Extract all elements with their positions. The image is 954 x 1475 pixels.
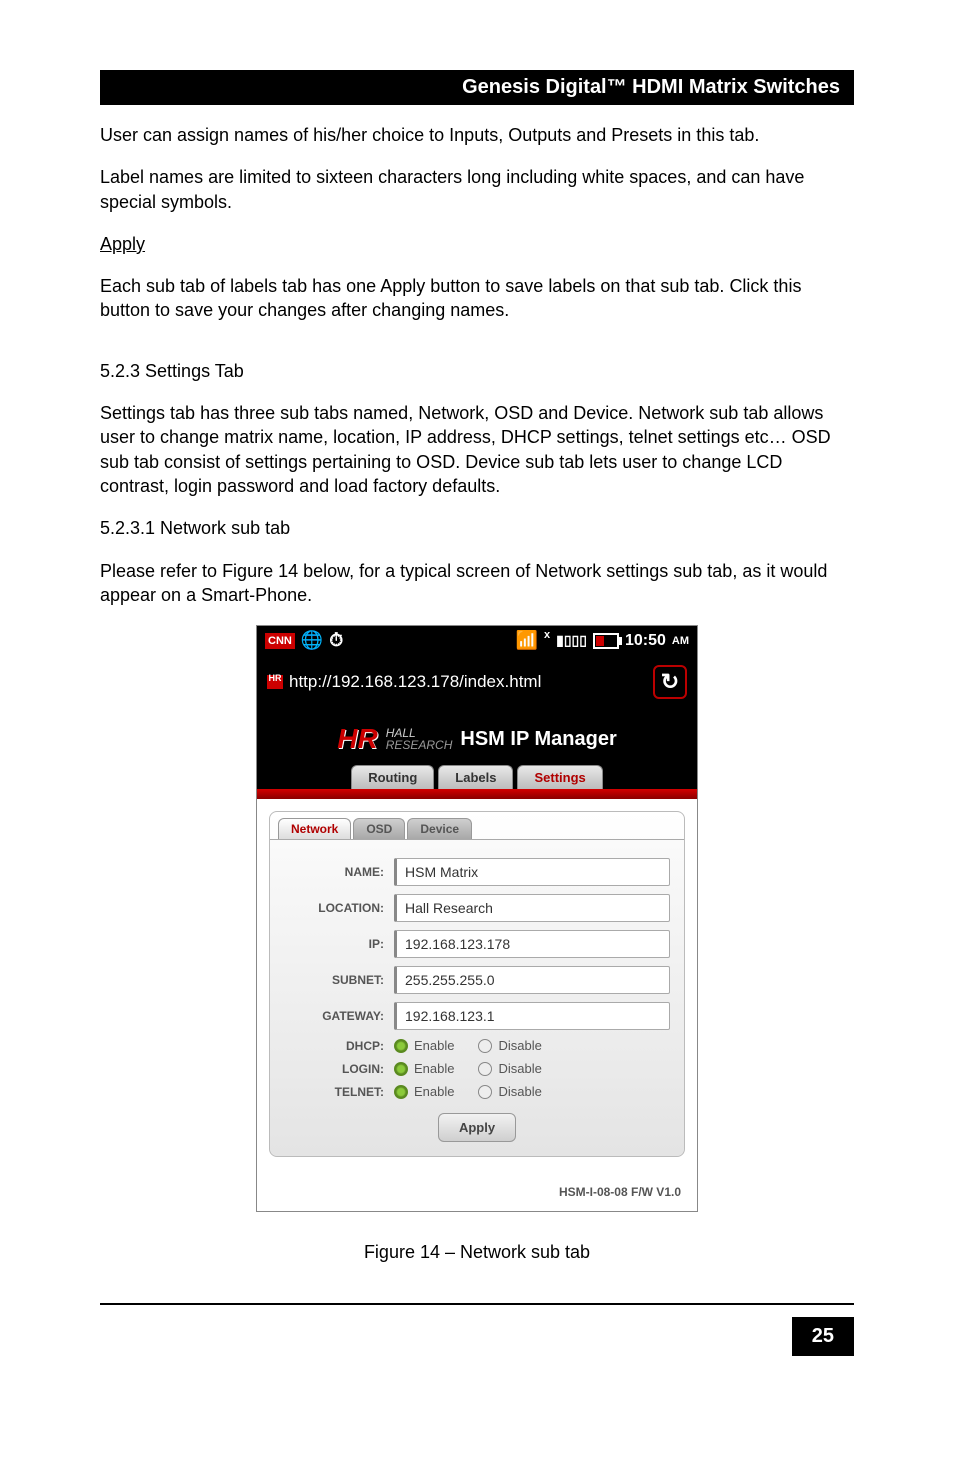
input-name[interactable] bbox=[394, 858, 670, 886]
main-tabs: Routing Labels Settings bbox=[257, 765, 697, 789]
cnn-icon: CNN bbox=[265, 633, 295, 649]
subtab-osd[interactable]: OSD bbox=[353, 818, 405, 839]
tab-labels[interactable]: Labels bbox=[438, 765, 513, 789]
label-subnet: SUBNET: bbox=[284, 973, 394, 987]
doc-header: Genesis Digital™ HDMI Matrix Switches bbox=[100, 70, 854, 105]
favicon-icon: HR bbox=[267, 675, 283, 689]
para-figure-ref: Please refer to Figure 14 below, for a t… bbox=[100, 559, 854, 608]
input-subnet[interactable] bbox=[394, 966, 670, 994]
doc-header-title: Genesis Digital™ HDMI Matrix Switches bbox=[462, 76, 840, 98]
settings-panel: Network OSD Device NAME: LOCATION: IP: bbox=[269, 811, 685, 1157]
input-ip[interactable] bbox=[394, 930, 670, 958]
wifi-icon: 📶 bbox=[516, 630, 538, 651]
refresh-button[interactable]: ↻ bbox=[653, 665, 687, 699]
radio-dhcp-disable[interactable] bbox=[478, 1039, 492, 1053]
label-ip: IP: bbox=[284, 937, 394, 951]
clock-icon: ⏱ bbox=[329, 630, 343, 651]
heading-523: 5.2.3 Settings Tab bbox=[100, 359, 854, 383]
label-location: LOCATION: bbox=[284, 901, 394, 915]
label-telnet: TELNET: bbox=[284, 1085, 394, 1099]
tab-settings[interactable]: Settings bbox=[517, 765, 602, 789]
footer: 25 bbox=[100, 1303, 854, 1356]
radio-telnet-disable[interactable] bbox=[478, 1085, 492, 1099]
radio-label-enable: Enable bbox=[414, 1084, 454, 1099]
battery-icon bbox=[593, 633, 619, 649]
radio-label-disable: Disable bbox=[498, 1061, 541, 1076]
url-bar: HR http://192.168.123.178/index.html ↻ bbox=[257, 655, 697, 709]
globe-icon: 🌐 bbox=[301, 630, 323, 651]
para-apply-desc: Each sub tab of labels tab has one Apply… bbox=[100, 274, 854, 323]
status-ampm: AM bbox=[672, 635, 689, 647]
input-gateway[interactable] bbox=[394, 1002, 670, 1030]
hr-logo-icon: HR bbox=[337, 723, 377, 755]
subtab-network[interactable]: Network bbox=[278, 818, 351, 839]
tab-routing[interactable]: Routing bbox=[351, 765, 434, 789]
label-name: NAME: bbox=[284, 865, 394, 879]
status-time: 10:50 bbox=[625, 632, 666, 650]
status-bar: CNN 🌐 ⏱ 📶 x ▮▯▯▯ 10:50 AM bbox=[257, 626, 697, 655]
page-number: 25 bbox=[792, 1317, 854, 1356]
hr-brand-text: HALL RESEARCH bbox=[386, 727, 453, 751]
radio-label-disable: Disable bbox=[498, 1038, 541, 1053]
label-login: LOGIN: bbox=[284, 1062, 394, 1076]
figure-caption: Figure 14 – Network sub tab bbox=[100, 1242, 854, 1263]
radio-login-enable[interactable] bbox=[394, 1062, 408, 1076]
radio-label-disable: Disable bbox=[498, 1084, 541, 1099]
label-gateway: GATEWAY: bbox=[284, 1009, 394, 1023]
input-location[interactable] bbox=[394, 894, 670, 922]
para-assign-names: User can assign names of his/her choice … bbox=[100, 123, 854, 147]
radio-telnet-enable[interactable] bbox=[394, 1085, 408, 1099]
phone-screenshot: CNN 🌐 ⏱ 📶 x ▮▯▯▯ 10:50 AM HR http://192.… bbox=[256, 625, 698, 1212]
signal-icon: ▮▯▯▯ bbox=[556, 632, 587, 649]
para-label-limit: Label names are limited to sixteen chara… bbox=[100, 165, 854, 214]
radio-label-enable: Enable bbox=[414, 1038, 454, 1053]
firmware-label: HSM-I-08-08 F/W V1.0 bbox=[257, 1169, 697, 1211]
radio-login-disable[interactable] bbox=[478, 1062, 492, 1076]
heading-5231: 5.2.3.1 Network sub tab bbox=[100, 516, 854, 540]
url-text: http://192.168.123.178/index.html bbox=[289, 672, 541, 692]
subtab-device[interactable]: Device bbox=[407, 818, 472, 839]
signal-x-icon: x bbox=[544, 629, 550, 641]
label-dhcp: DHCP: bbox=[284, 1039, 394, 1053]
red-band bbox=[257, 789, 697, 799]
brand-row: HR HALL RESEARCH HSM IP Manager bbox=[257, 723, 697, 765]
radio-label-enable: Enable bbox=[414, 1061, 454, 1076]
apply-heading: Apply bbox=[100, 232, 854, 256]
apply-button[interactable]: Apply bbox=[438, 1113, 516, 1142]
radio-dhcp-enable[interactable] bbox=[394, 1039, 408, 1053]
para-settings-desc: Settings tab has three sub tabs named, N… bbox=[100, 401, 854, 498]
app-title: HSM IP Manager bbox=[460, 728, 616, 751]
